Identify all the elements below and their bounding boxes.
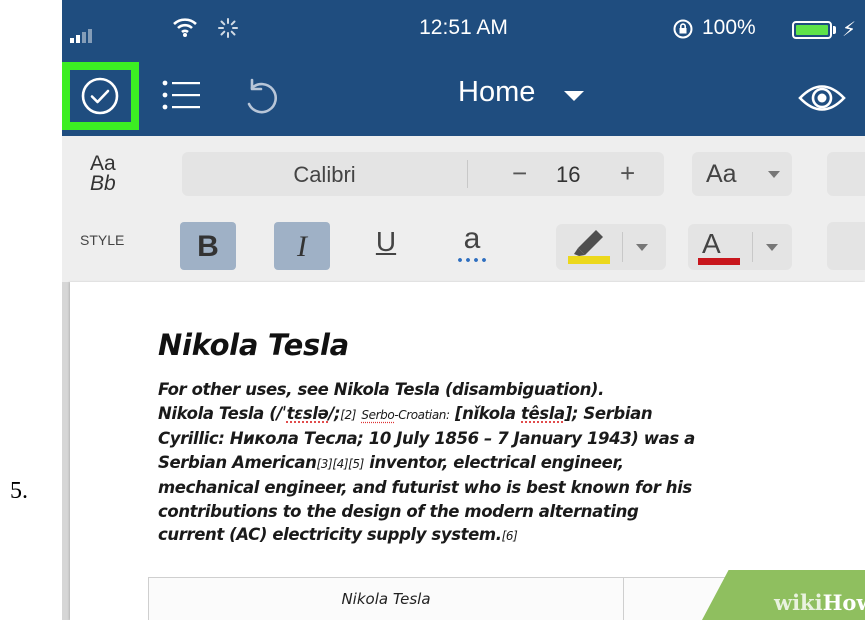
bold-button[interactable]: B xyxy=(180,222,236,270)
spelling-dots-icon xyxy=(456,258,486,262)
text-run: tɛslə xyxy=(286,403,329,423)
font-size-value: 16 xyxy=(556,162,581,187)
format-panel: Aa Bb STYLE Calibri − 16 + Aa B I U a A xyxy=(62,136,865,282)
text-line: current (AC) electricity supply system.[… xyxy=(158,523,858,549)
text-run: Serbian American xyxy=(158,452,317,472)
wikihow-logo: wikiHow xyxy=(774,590,865,615)
panel-overflow-edge xyxy=(827,152,865,196)
style-button[interactable]: Aa Bb xyxy=(90,152,116,195)
text-run: Serbo xyxy=(361,407,395,422)
battery-icon xyxy=(792,21,832,39)
text-run: /; xyxy=(328,403,341,423)
done-check-icon xyxy=(81,77,119,115)
battery-tip xyxy=(833,26,836,34)
font-divider xyxy=(467,160,468,188)
font-color-letter: A xyxy=(702,228,721,259)
highlight-color-button[interactable] xyxy=(556,224,666,270)
citation[interactable]: [3][4][5] xyxy=(317,457,365,471)
infobox-divider xyxy=(623,578,624,620)
style-aa-text: Aa xyxy=(90,152,116,175)
document-body[interactable]: For other uses, see Nikola Tesla (disamb… xyxy=(158,378,858,549)
text-run: têsla xyxy=(521,403,565,423)
read-mode-eye-icon[interactable] xyxy=(797,78,847,118)
italic-label: I xyxy=(297,230,307,263)
citation[interactable]: [6] xyxy=(502,529,518,543)
document-title[interactable]: Nikola Tesla xyxy=(158,328,349,362)
phone-screen: 12:51 AM 100% ⚡ Home Aa Bb STYLE Calibri… xyxy=(62,0,865,620)
font-name-selector[interactable]: Calibri xyxy=(182,162,467,188)
step-number: 5. xyxy=(10,478,28,504)
chevron-down-icon[interactable] xyxy=(766,244,778,251)
list-icon[interactable] xyxy=(162,78,200,112)
battery-percent: 100% xyxy=(702,16,756,39)
change-case-label: Aa xyxy=(706,160,737,188)
undo-icon[interactable] xyxy=(240,76,284,120)
text-run: inventor, electrical engineer, xyxy=(363,452,624,472)
citation[interactable]: [2] xyxy=(340,408,356,422)
text-run: current (AC) electricity supply system. xyxy=(158,525,502,544)
underline-button[interactable]: U xyxy=(366,226,406,258)
done-button[interactable] xyxy=(62,62,139,130)
home-tab-menu[interactable]: Home xyxy=(458,76,535,109)
bold-label: B xyxy=(197,230,219,263)
text-line: Cyrillic: Никола Тесла; 10 July 1856 – 7… xyxy=(158,429,695,448)
wikihow-how: How xyxy=(822,590,865,615)
orientation-lock-icon xyxy=(673,19,693,39)
italic-button[interactable]: I xyxy=(274,222,330,270)
chevron-down-icon xyxy=(768,171,780,178)
font-color-swatch xyxy=(698,258,740,265)
panel-overflow-edge xyxy=(827,222,865,270)
wikihow-wiki: wiki xyxy=(774,590,823,615)
text-run: -Croatian: xyxy=(394,407,450,422)
highlight-color-swatch xyxy=(568,256,610,264)
status-bar: 12:51 AM 100% ⚡ xyxy=(62,0,865,62)
charging-bolt-icon: ⚡ xyxy=(842,17,857,41)
text-line: Serbian American[3][4][5] inventor, elec… xyxy=(158,451,858,477)
app-toolbar: Home xyxy=(62,62,865,136)
spelling-button[interactable]: a xyxy=(452,222,492,256)
text-line: Nikola Tesla (/ˈtɛslə/;[2] Serbo-Croatia… xyxy=(158,402,858,428)
font-color-separator xyxy=(752,232,753,262)
dropdown-caret-icon[interactable] xyxy=(564,91,584,101)
text-line: contributions to the design of the moder… xyxy=(158,501,639,521)
text-line: For other uses, see Nikola Tesla (disamb… xyxy=(158,380,604,399)
chevron-down-icon[interactable] xyxy=(636,244,648,251)
increase-size-button[interactable]: + xyxy=(620,158,635,189)
text-run: Nikola Tesla (/ˈ xyxy=(158,403,287,423)
change-case-button[interactable]: Aa xyxy=(692,152,792,196)
text-run: ]; Serbian xyxy=(564,403,653,423)
style-bb-text: Bb xyxy=(90,172,116,195)
decrease-size-button[interactable]: − xyxy=(512,158,527,189)
style-label: STYLE xyxy=(80,232,125,248)
text-run: [nǐkola xyxy=(449,403,522,423)
text-line: mechanical engineer, and futurist who is… xyxy=(158,478,692,497)
highlighter-icon xyxy=(574,230,603,256)
infobox-title: Nikola Tesla xyxy=(341,590,431,608)
highlight-separator xyxy=(622,232,623,262)
font-color-button[interactable]: A xyxy=(688,224,792,270)
font-settings-box: Calibri − 16 + xyxy=(182,152,664,196)
